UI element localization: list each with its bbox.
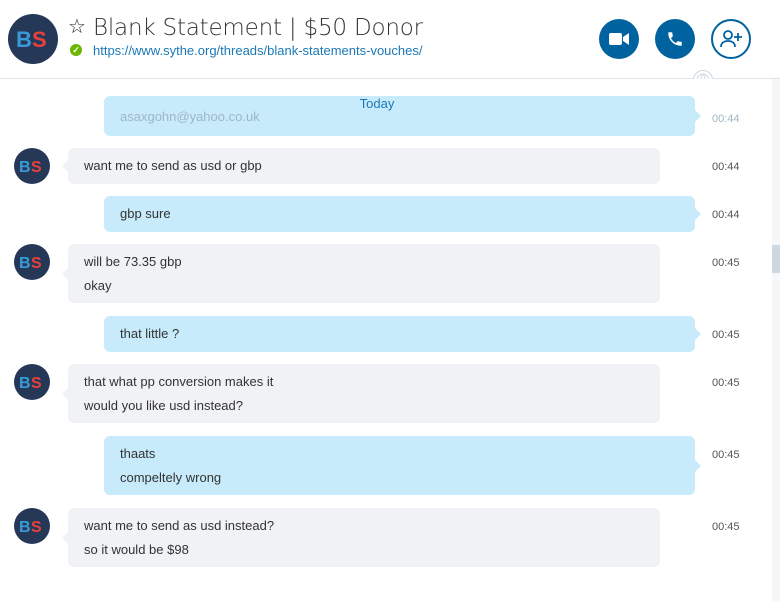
message-time: 00:45 bbox=[712, 521, 740, 533]
day-divider: Today bbox=[359, 96, 395, 111]
svg-text:B: B bbox=[16, 27, 32, 52]
message-time: 00:44 bbox=[712, 161, 740, 173]
message-bubble-outgoing[interactable]: that little ? bbox=[104, 316, 701, 352]
message-text: want me to send as usd or gbp bbox=[84, 158, 262, 173]
verified-check-icon: ✓ bbox=[70, 44, 82, 56]
scrollbar-track[interactable] bbox=[772, 79, 780, 601]
message-text: that little ? bbox=[120, 326, 180, 341]
svg-text:B: B bbox=[19, 159, 31, 176]
scroll-mask bbox=[0, 79, 770, 96]
message-bubble-incoming[interactable]: want me to send as usd instead? so it wo… bbox=[62, 508, 660, 567]
message-text: want me to send as usd instead? bbox=[84, 518, 275, 533]
chat-header: B S ☆ Blank Statement | $50 Donor ✓ http… bbox=[0, 0, 780, 79]
message-time: 00:45 bbox=[712, 257, 740, 269]
message-bubble-incoming[interactable]: will be 73.35 gbp okay bbox=[62, 244, 660, 303]
contact-url-link[interactable]: https://www.sythe.org/threads/blank-stat… bbox=[93, 43, 423, 58]
sender-avatar[interactable]: BS bbox=[14, 244, 50, 280]
svg-text:S: S bbox=[31, 159, 42, 176]
svg-text:S: S bbox=[31, 255, 42, 272]
message-text: compeltely wrong bbox=[120, 470, 222, 485]
scrollbar-thumb[interactable] bbox=[772, 245, 780, 273]
message-text: that what pp conversion makes it bbox=[84, 374, 274, 389]
message-bubble-outgoing[interactable]: gbp sure bbox=[104, 196, 701, 232]
message-text: okay bbox=[84, 278, 112, 293]
svg-text:S: S bbox=[32, 27, 47, 52]
svg-text:S: S bbox=[31, 375, 42, 392]
chat-title: Blank Statement | $50 Donor bbox=[93, 15, 423, 41]
message-text: thaats bbox=[120, 446, 156, 461]
message-bubble-incoming[interactable]: want me to send as usd or gbp bbox=[62, 148, 660, 184]
message-time: 00:44 bbox=[712, 113, 740, 125]
video-camera-icon bbox=[609, 33, 629, 45]
message-time: 00:44 bbox=[712, 209, 740, 221]
contact-avatar[interactable]: B S bbox=[8, 14, 58, 64]
audio-call-button[interactable] bbox=[655, 19, 695, 59]
svg-text:S: S bbox=[31, 519, 42, 536]
message-text: would you like usd instead? bbox=[84, 398, 243, 413]
svg-text:B: B bbox=[19, 255, 31, 272]
sender-avatar[interactable]: BS bbox=[14, 508, 50, 544]
add-person-icon bbox=[720, 30, 742, 48]
video-call-button[interactable] bbox=[599, 19, 639, 59]
message-bubble-outgoing[interactable]: thaats compeltely wrong bbox=[104, 436, 701, 495]
sender-avatar[interactable]: BS bbox=[14, 148, 50, 184]
sender-avatar[interactable]: BS bbox=[14, 364, 50, 400]
message-bubble-incoming[interactable]: that what pp conversion makes it would y… bbox=[62, 364, 660, 423]
svg-text:B: B bbox=[19, 375, 31, 392]
message-text: gbp sure bbox=[120, 206, 171, 221]
message-text: will be 73.35 gbp bbox=[84, 254, 182, 269]
message-time: 00:45 bbox=[712, 329, 740, 341]
add-participant-button[interactable] bbox=[711, 19, 751, 59]
message-time: 00:45 bbox=[712, 377, 740, 389]
favorite-star-icon[interactable]: ☆ bbox=[68, 16, 86, 38]
message-text: so it would be $98 bbox=[84, 542, 189, 557]
phone-icon bbox=[668, 32, 682, 46]
svg-text:B: B bbox=[19, 519, 31, 536]
message-time: 00:45 bbox=[712, 449, 740, 461]
